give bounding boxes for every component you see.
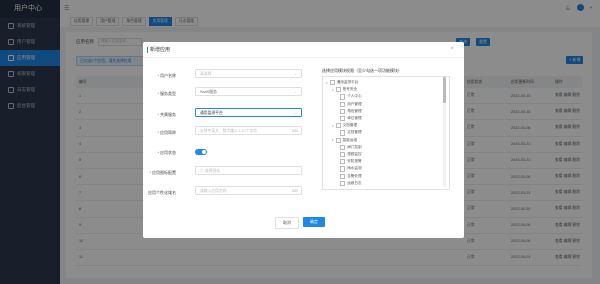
close-icon[interactable]: × xyxy=(450,46,454,52)
char-counter: 0/50 xyxy=(291,129,298,133)
app-id-input[interactable]: 支持中英文、数字输入1-10个字符 0/50 xyxy=(195,126,302,135)
tree-checkbox[interactable] xyxy=(340,101,346,107)
tree-node[interactable]: ▾ 智能运维 xyxy=(332,137,358,143)
tree-checkbox[interactable] xyxy=(340,94,346,100)
tree-node[interactable]: ▾ 账号安全 xyxy=(332,87,358,93)
tree-checkbox[interactable] xyxy=(340,166,346,172)
expand-arrow-icon[interactable]: ▾ xyxy=(332,124,334,128)
icon-label: *应用图标配置 xyxy=(149,170,176,175)
icon-picker[interactable]: ① 选择图标 xyxy=(195,166,302,175)
tree-checkbox[interactable] xyxy=(340,130,346,136)
tree-node[interactable]: 运维日志 xyxy=(338,180,362,186)
tree-checkbox[interactable] xyxy=(340,108,346,114)
tree-node-label: 闸门控制 xyxy=(347,144,362,149)
tree-checkbox[interactable] xyxy=(340,173,346,179)
cancel-button[interactable]: 取消 xyxy=(275,217,299,229)
tree-scrollbar[interactable] xyxy=(443,77,446,187)
dialog-header: 新增应用 xyxy=(143,42,464,58)
tree-node[interactable]: 个人中心 xyxy=(338,94,362,100)
app-name-select[interactable]: 请选择 ⌄ xyxy=(195,69,302,78)
tree-node[interactable]: ▾ 通用监测平台 xyxy=(326,80,359,86)
service-type-label: *服务类型 xyxy=(157,91,176,96)
tree-node[interactable]: 文档管理 xyxy=(338,130,362,136)
title-accent-bar xyxy=(147,46,148,53)
tree-checkbox[interactable] xyxy=(340,159,346,165)
tree-node-label: 智能运维 xyxy=(342,137,358,142)
tree-node-label: 角色管理 xyxy=(347,108,362,113)
app-id-label: *应用简称 xyxy=(157,130,176,135)
tree-node-label: 单位管理 xyxy=(347,116,362,121)
char-counter: 0/50 xyxy=(291,189,298,193)
status-label: *应用状态 xyxy=(157,150,176,155)
tree-checkbox[interactable] xyxy=(335,123,341,129)
confirm-button[interactable]: 确定 xyxy=(303,217,325,227)
tree-node[interactable]: 单位管理 xyxy=(338,116,362,122)
tree-node-label: 安防报警 xyxy=(347,159,362,164)
service-type-select[interactable]: SaaS服务 ⌄ xyxy=(195,87,302,96)
tree-checkbox[interactable] xyxy=(335,87,341,93)
tree-checkbox[interactable] xyxy=(335,137,341,143)
tree-node[interactable]: 闸门控制 xyxy=(338,144,362,150)
tree-checkbox[interactable] xyxy=(340,144,346,150)
tree-title: 选择应用模块权限（至少勾选一项功能模块） xyxy=(322,68,402,73)
tree-checkbox[interactable] xyxy=(329,80,335,86)
tree-node-label: 文档管理 xyxy=(342,123,358,128)
tree-checkbox[interactable] xyxy=(340,180,346,186)
tree-node-label: 运维日志 xyxy=(347,180,362,185)
chevron-down-icon: ⌄ xyxy=(294,111,297,115)
dialog-title: 新增应用 xyxy=(150,47,171,53)
tree-node-label: 用户管理 xyxy=(347,101,362,106)
scope-select[interactable]: 通用监测平台 ⌄ xyxy=(195,108,302,117)
toggle-knob xyxy=(201,149,207,155)
tree-node[interactable]: 用户管理 xyxy=(338,101,362,107)
tree-node[interactable]: 告警处理 xyxy=(338,173,362,179)
tree-node-label: 通用监测平台 xyxy=(336,80,359,85)
scroll-thumb[interactable] xyxy=(443,77,446,103)
tree-node-label: 文档管理 xyxy=(347,130,362,135)
scope-label: *共属服务 xyxy=(157,112,176,117)
tree-node-label: 告警处理 xyxy=(347,173,362,178)
status-toggle[interactable] xyxy=(195,149,207,155)
tree-node-label: 雨水监测 xyxy=(347,166,362,171)
tree-checkbox[interactable] xyxy=(340,116,346,122)
tree-node[interactable]: 角色管理 xyxy=(338,108,362,114)
app-name-label: *用户名称 xyxy=(157,73,176,78)
domain-label: 应用个性化域名 xyxy=(148,190,176,195)
chevron-down-icon: ⌄ xyxy=(294,72,297,76)
tree-node-label: 视频监控 xyxy=(347,152,362,157)
chevron-down-icon: ⌄ xyxy=(294,90,297,94)
expand-arrow-icon[interactable]: ▾ xyxy=(332,138,334,142)
tree-checkbox[interactable] xyxy=(340,152,346,158)
expand-arrow-icon[interactable]: ▾ xyxy=(326,81,328,85)
expand-arrow-icon[interactable]: ▾ xyxy=(332,88,334,92)
tree-node[interactable]: 安防报警 xyxy=(338,159,362,165)
tree-node[interactable]: 视频监控 xyxy=(338,152,362,158)
tree-node-label: 个人中心 xyxy=(347,94,362,99)
tree-node[interactable]: ▾ 文档管理 xyxy=(332,123,358,129)
domain-input[interactable]: 请输入应用名称 0/50 xyxy=(195,186,302,195)
tree-node[interactable]: 雨水监测 xyxy=(338,166,362,172)
tree-node-label: 账号安全 xyxy=(342,87,358,92)
